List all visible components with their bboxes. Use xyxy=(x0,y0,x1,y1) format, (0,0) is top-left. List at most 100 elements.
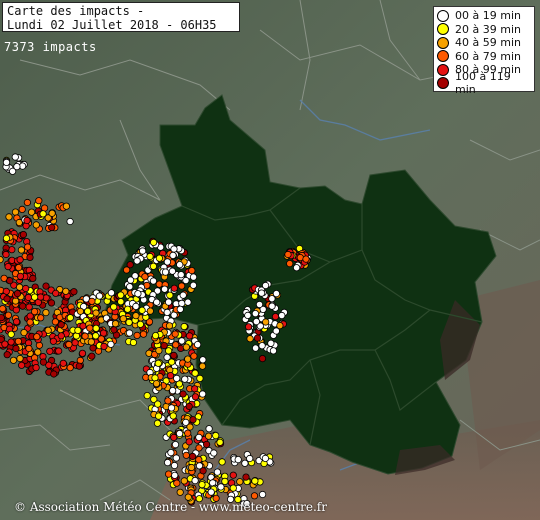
strike-dot xyxy=(242,473,250,481)
strike-dot xyxy=(178,299,186,307)
strike-dot xyxy=(286,259,294,268)
strike-dot xyxy=(176,429,184,438)
strike-dot xyxy=(165,298,173,306)
strike-dot xyxy=(47,299,56,307)
legend-swatch-icon xyxy=(437,77,449,90)
strike-dot xyxy=(117,291,125,299)
strike-dot xyxy=(212,431,220,440)
strike-dot xyxy=(165,322,174,330)
strike-dot xyxy=(4,311,12,319)
strike-dot xyxy=(0,256,4,264)
strike-dot xyxy=(134,290,142,298)
strike-dot xyxy=(36,293,45,301)
strike-dot xyxy=(258,342,266,350)
strike-dot xyxy=(59,359,67,367)
strike-dot xyxy=(181,375,189,383)
strike-dot xyxy=(46,347,54,355)
strike-dot xyxy=(117,298,125,306)
strike-dot xyxy=(194,340,202,349)
strike-dot xyxy=(236,478,244,486)
strike-dot xyxy=(168,267,176,275)
strike-dot xyxy=(182,343,190,351)
strike-dot xyxy=(146,252,154,261)
map-stage: Carte des impacts - Lundi 02 Juillet 201… xyxy=(0,0,540,520)
legend-swatch-icon xyxy=(437,23,449,36)
strike-dot xyxy=(178,337,186,345)
strike-dot xyxy=(123,266,131,274)
strike-dot xyxy=(278,311,286,320)
strike-dot xyxy=(86,324,94,332)
strike-dot xyxy=(153,298,161,306)
strike-dot xyxy=(19,231,27,239)
legend-swatch-icon xyxy=(437,50,449,63)
strike-dot xyxy=(170,351,178,359)
strike-dot xyxy=(213,468,221,476)
strike-dot xyxy=(255,300,264,309)
strike-dot xyxy=(155,412,163,420)
strike-dot xyxy=(95,292,104,300)
strike-dot xyxy=(119,315,127,323)
strike-dot xyxy=(271,312,280,321)
legend-row-5: 100 à 119 min xyxy=(437,70,531,96)
strike-dot xyxy=(23,216,31,225)
strike-dot xyxy=(154,359,162,367)
strike-dot xyxy=(71,339,79,347)
strike-dot xyxy=(195,444,203,452)
strike-dot xyxy=(272,289,280,298)
strike-dot xyxy=(12,297,20,305)
strike-dot xyxy=(173,479,181,487)
strike-dot xyxy=(11,208,20,216)
strike-dot xyxy=(141,273,149,281)
strike-dot xyxy=(76,307,85,315)
strike-dot xyxy=(245,323,253,331)
strike-dot xyxy=(199,390,207,398)
strike-dot xyxy=(129,338,137,347)
strike-dot xyxy=(124,305,132,313)
strike-dot xyxy=(92,324,100,332)
strike-dot xyxy=(149,262,157,270)
strike-dot xyxy=(143,391,151,400)
strike-dot xyxy=(191,393,199,401)
strike-dot xyxy=(29,274,37,282)
strike-dot xyxy=(258,490,267,499)
strike-dot xyxy=(161,268,170,276)
legend-label: 100 à 119 min xyxy=(455,70,511,97)
strike-dot xyxy=(16,256,24,264)
strike-dot xyxy=(216,438,224,446)
strike-dot xyxy=(234,455,242,464)
strike-dot xyxy=(126,283,134,291)
strike-dot xyxy=(207,488,215,496)
strike-dot xyxy=(252,344,260,352)
strike-dot xyxy=(17,246,25,254)
strike-dot xyxy=(132,302,140,310)
strike-dot xyxy=(217,483,225,491)
strike-dot xyxy=(172,341,180,349)
strike-dot xyxy=(169,412,177,420)
strike-dot xyxy=(4,262,12,271)
strike-dot xyxy=(199,467,207,475)
map-date: Lundi 02 Juillet 2018 - 06H35 xyxy=(7,18,217,32)
strike-dot xyxy=(189,273,198,281)
strike-dot xyxy=(48,223,56,232)
strike-dot xyxy=(12,318,21,326)
strike-dot xyxy=(180,477,188,485)
strike-dot xyxy=(179,390,187,398)
strike-dot xyxy=(1,340,9,348)
strike-dot xyxy=(13,289,22,298)
strike-dot xyxy=(171,330,179,338)
strike-dot xyxy=(195,433,203,441)
strike-dot xyxy=(39,210,47,218)
strike-dot xyxy=(253,334,262,342)
strike-dot xyxy=(189,281,197,289)
strike-dot xyxy=(261,281,270,290)
strike-dot xyxy=(160,341,168,350)
strike-dot xyxy=(205,425,213,433)
strike-dot xyxy=(12,306,20,314)
strike-dot xyxy=(111,320,120,328)
strike-dot xyxy=(261,454,269,462)
strike-dot xyxy=(152,331,160,340)
strike-dot xyxy=(203,440,211,448)
strike-dot xyxy=(170,461,179,470)
strike-dot xyxy=(15,283,24,291)
strike-dot xyxy=(199,356,207,364)
